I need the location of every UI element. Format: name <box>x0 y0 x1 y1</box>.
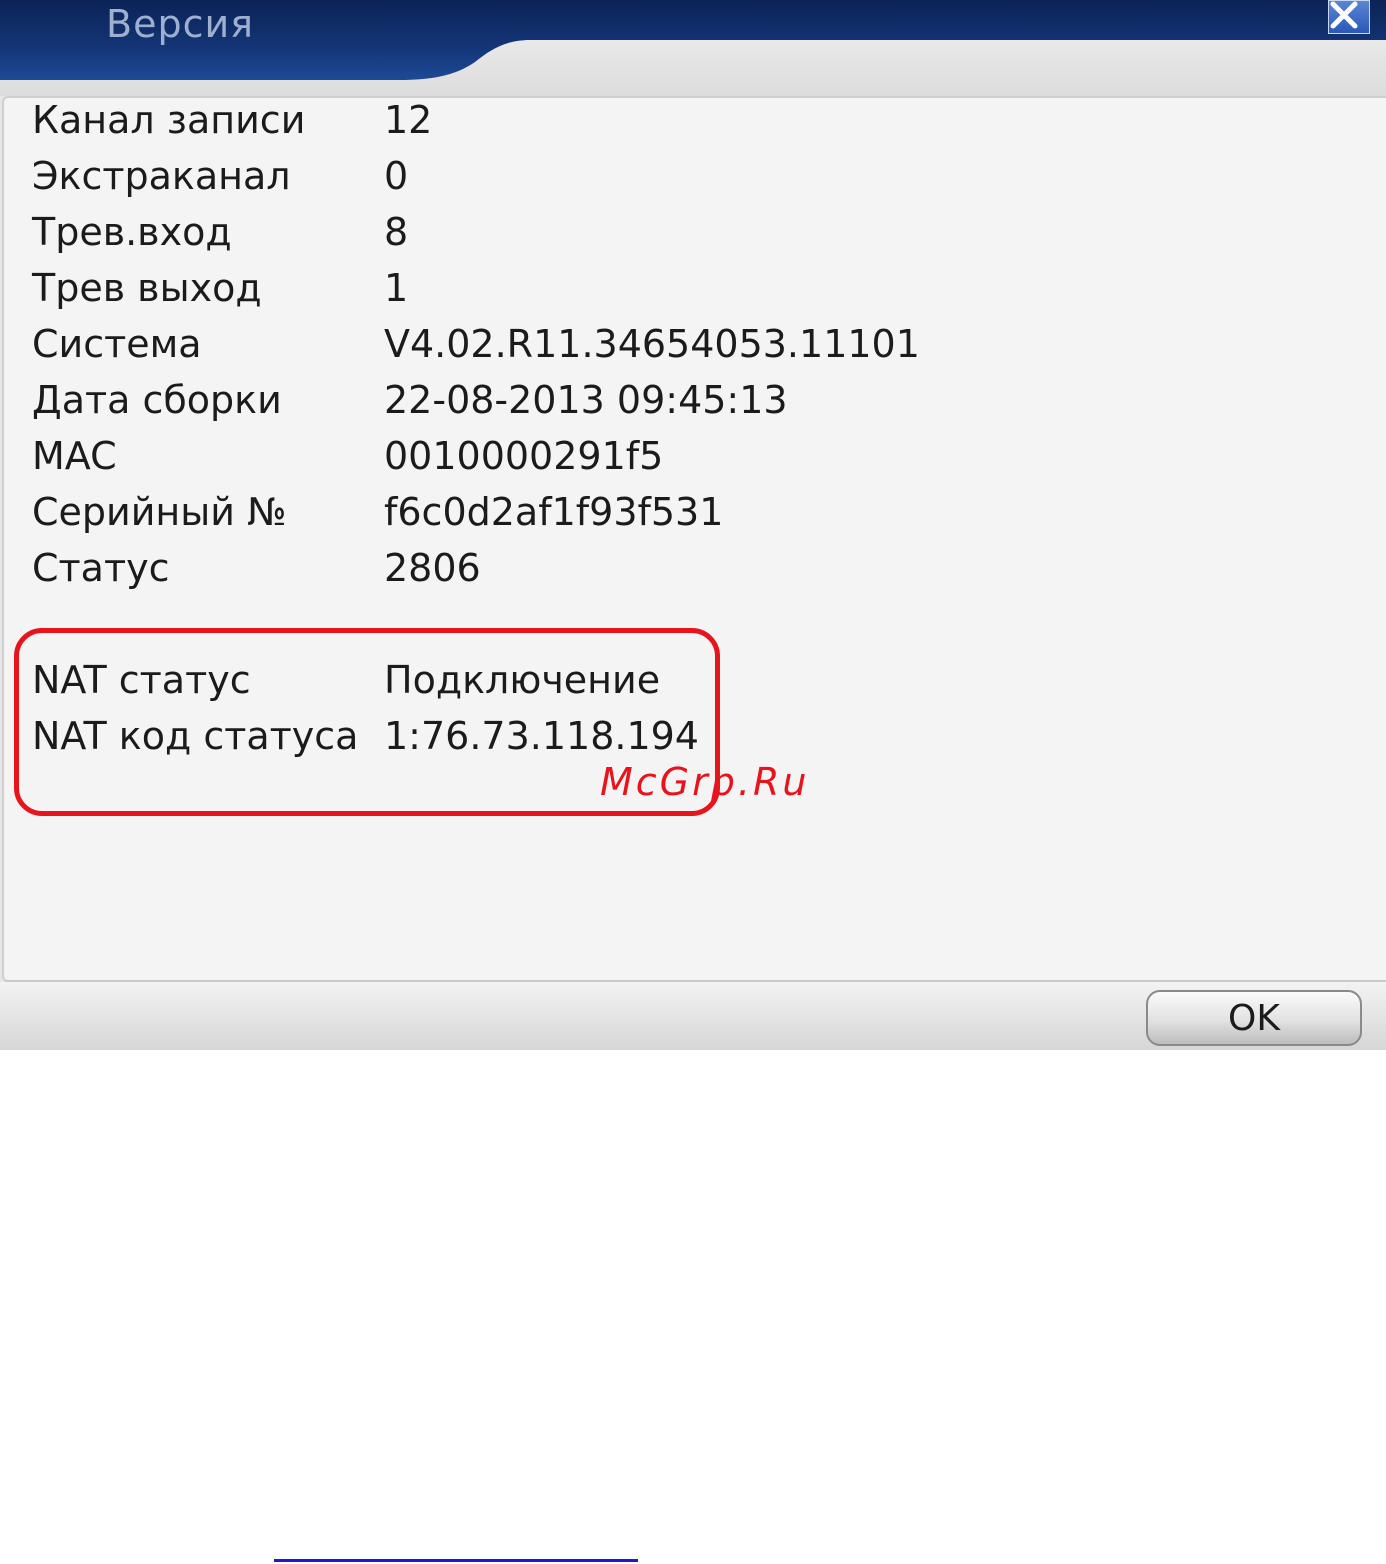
info-value: 12 <box>384 98 433 142</box>
info-label: Трев выход <box>32 266 262 310</box>
info-label: MAC <box>32 434 117 478</box>
info-label: Серийный № <box>32 490 287 534</box>
page-link-underline <box>274 1559 638 1562</box>
info-value: 0 <box>384 154 409 198</box>
title-bar[interactable]: Версия <box>0 0 1386 96</box>
dialog-title: Версия <box>106 2 255 46</box>
info-value: 1 <box>384 266 409 310</box>
watermark: McGrp.Ru <box>600 760 810 804</box>
info-value: 0010000291f5 <box>384 434 664 478</box>
ok-button[interactable]: OK <box>1146 990 1362 1046</box>
info-label: Дата сборки <box>32 378 282 422</box>
info-value: 8 <box>384 210 409 254</box>
info-label: Система <box>32 322 202 366</box>
info-value: 2806 <box>384 546 481 590</box>
info-value: V4.02.R11.34654053.11101 <box>384 322 920 366</box>
close-icon <box>1330 1 1358 29</box>
version-dialog: Версия Канал записи 12 Экстраканал 0 Тре… <box>0 0 1386 1050</box>
info-value: 22-08-2013 09:45:13 <box>384 378 788 422</box>
info-label: Канал записи <box>32 98 306 142</box>
info-label: Статус <box>32 546 170 590</box>
info-label: Трев.вход <box>32 210 232 254</box>
close-button[interactable] <box>1328 0 1370 34</box>
info-label: Экстраканал <box>32 154 291 198</box>
info-value: f6c0d2af1f93f531 <box>384 490 724 534</box>
